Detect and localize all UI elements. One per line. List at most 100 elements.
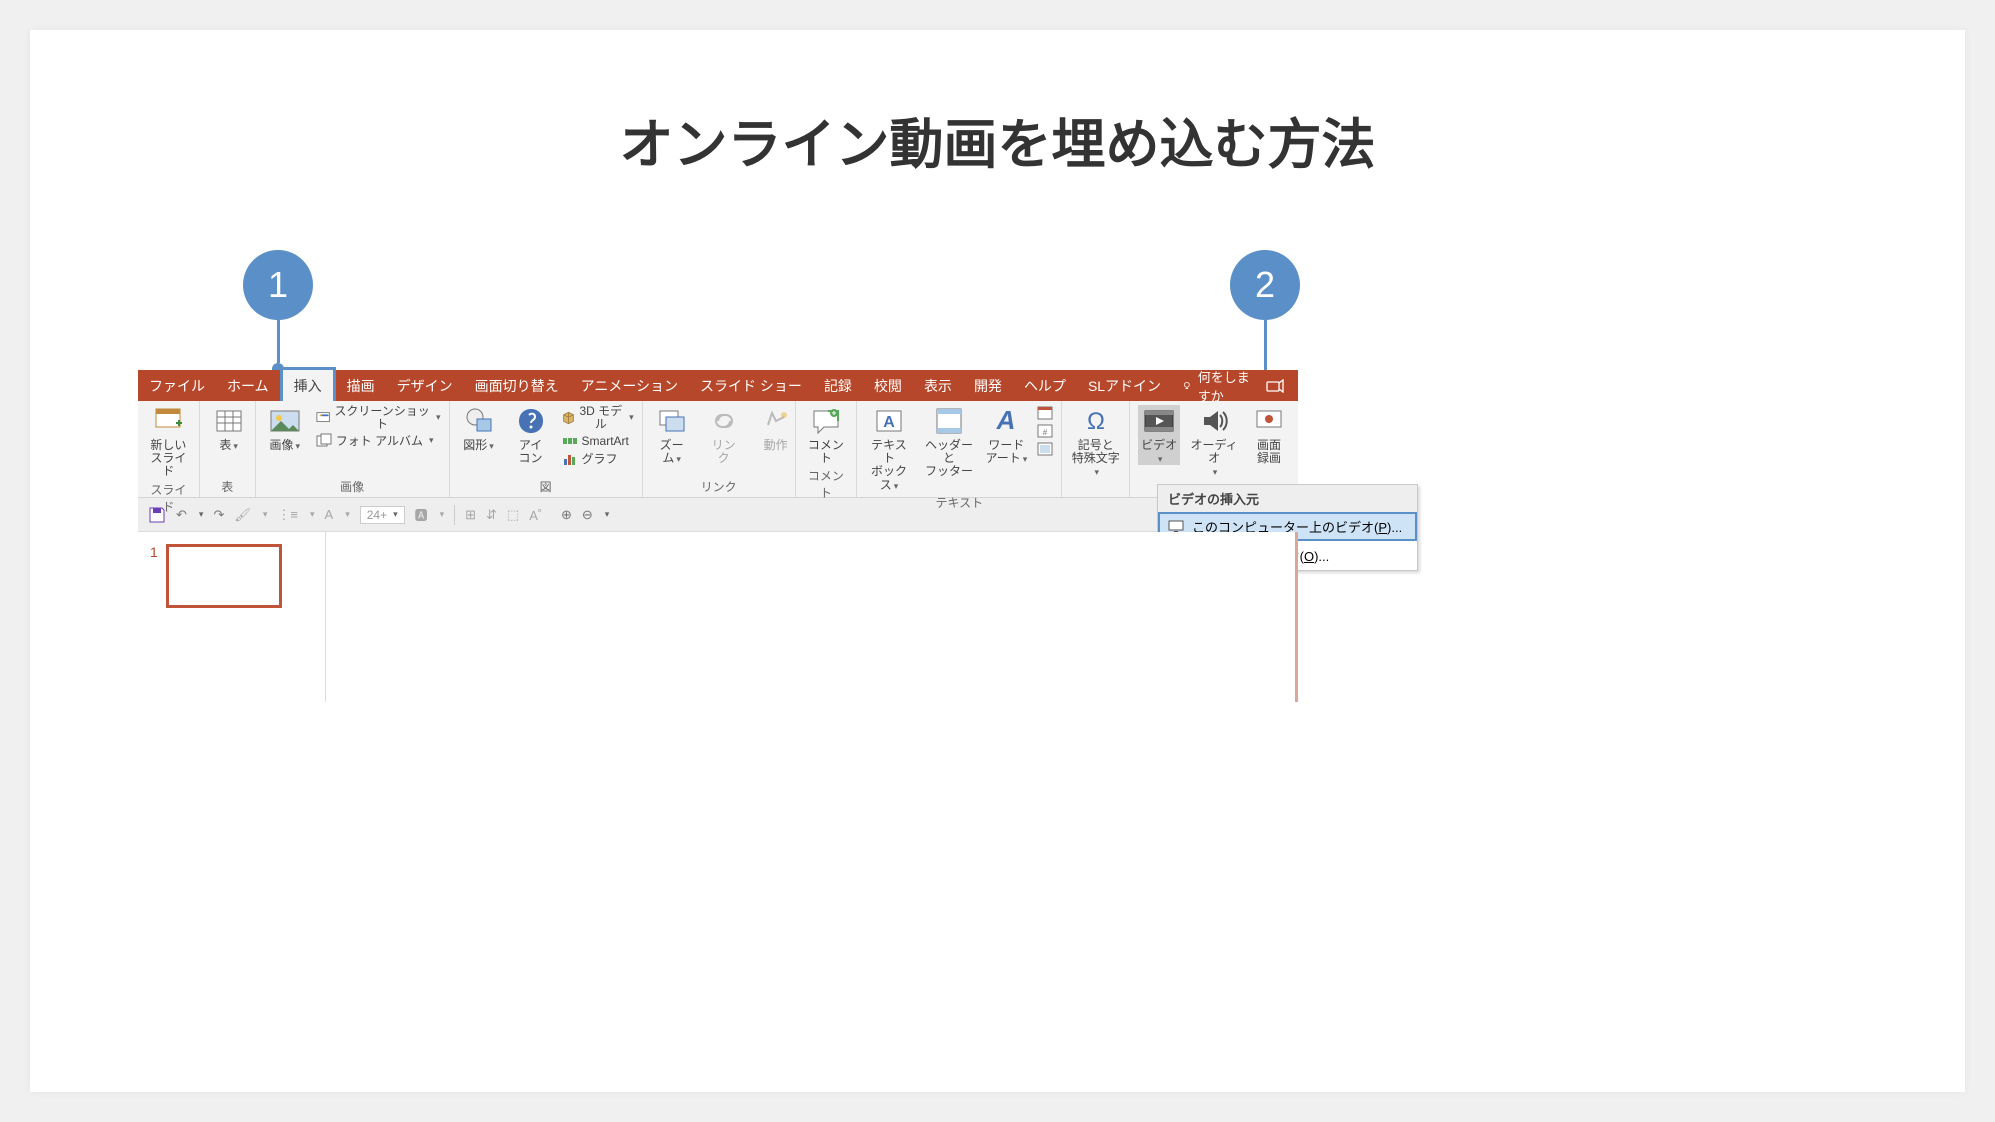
date-icon xyxy=(1037,405,1053,421)
link-icon xyxy=(708,405,740,437)
chart-icon xyxy=(562,451,578,467)
chart-label: グラフ xyxy=(582,453,618,466)
tell-me-label: 何をしますか xyxy=(1198,367,1252,405)
link-label: リン ク xyxy=(712,439,736,465)
svg-text:A: A xyxy=(883,414,895,431)
tab-help[interactable]: ヘルプ xyxy=(1013,370,1077,401)
screen-recording-button[interactable]: 画面 録画 xyxy=(1248,405,1290,465)
object-icon xyxy=(1037,441,1053,457)
lightbulb-icon xyxy=(1182,379,1192,393)
work-area: 1 xyxy=(138,532,1298,702)
shapes-icon xyxy=(463,405,495,437)
pictures-label: 画像▾ xyxy=(270,439,301,452)
callout-1: 1 xyxy=(243,250,313,375)
tab-developer[interactable]: 開発 xyxy=(963,370,1013,401)
new-slide-label: 新しい スライド xyxy=(146,439,191,479)
smartart-button[interactable]: SmartArt xyxy=(562,433,634,449)
table-button[interactable]: 表▾ xyxy=(208,405,250,452)
group-icon: ⬚ xyxy=(507,507,519,523)
video-button[interactable]: ビデオ▾ xyxy=(1138,405,1180,465)
zoom-out-icon[interactable]: ⊖ xyxy=(582,507,593,523)
pictures-button[interactable]: 画像▾ xyxy=(264,405,306,452)
audio-button[interactable]: オーディオ▾ xyxy=(1190,405,1238,479)
quick-access-toolbar: ↶▾ ↷ 🖌▾ ⋮≡▾ A▾ 24+▾ 🅰▾ ⊞ ⇵ ⬚ A゜ ⊕ ⊖ ▾ xyxy=(138,498,1298,532)
table-label: 表▾ xyxy=(219,439,238,452)
action-icon xyxy=(760,405,792,437)
zoom-button[interactable]: ズー ム▾ xyxy=(651,405,693,465)
undo-icon[interactable]: ↶ xyxy=(176,507,187,523)
symbol-button[interactable]: Ω 記号と 特殊文字▾ xyxy=(1070,405,1121,479)
new-slide-button[interactable]: 新しい スライド xyxy=(146,405,191,479)
icons-button[interactable]: アイ コン xyxy=(510,405,552,465)
pictures-icon xyxy=(269,405,301,437)
video-icon xyxy=(1143,405,1175,437)
header-footer-button[interactable]: ヘッダーと フッター xyxy=(923,405,976,479)
3d-label: 3D モデル xyxy=(579,405,624,431)
align-icon: ⊞ xyxy=(465,507,476,523)
audio-icon xyxy=(1198,405,1230,437)
ribbon-tabs: ファイル ホーム 挿入 描画 デザイン 画面切り替え アニメーション スライド … xyxy=(138,370,1298,401)
svg-text:#: # xyxy=(1043,428,1048,437)
font-size-box[interactable]: 24+▾ xyxy=(360,506,405,524)
slide-number-button[interactable]: # xyxy=(1037,423,1053,439)
video-label: ビデオ▾ xyxy=(1141,439,1177,465)
thumb-number: 1 xyxy=(150,544,158,608)
chart-button[interactable]: グラフ xyxy=(562,451,634,467)
redo-icon[interactable]: ↷ xyxy=(213,507,224,523)
tab-home[interactable]: ホーム xyxy=(216,370,280,401)
action-label: 動作 xyxy=(764,439,788,452)
new-slide-icon xyxy=(152,405,184,437)
tab-sl-addin[interactable]: SLアドイン xyxy=(1077,370,1172,401)
table-icon xyxy=(213,405,245,437)
shapes-button[interactable]: 図形▾ xyxy=(458,405,500,452)
textbox-button[interactable]: A テキスト ボックス▾ xyxy=(865,405,913,492)
group-illus-label: 図 xyxy=(458,476,634,495)
screenshot-icon xyxy=(316,410,330,426)
slide-thumbnail-1[interactable] xyxy=(166,544,282,608)
slide-canvas[interactable] xyxy=(326,532,1298,702)
photo-album-button[interactable]: フォト アルバム▾ xyxy=(316,433,441,449)
bullets-icon: ⋮≡ xyxy=(277,507,298,523)
tab-transitions[interactable]: 画面切り替え xyxy=(464,370,570,401)
tab-record[interactable]: 記録 xyxy=(813,370,863,401)
font-color-icon: 🅰 xyxy=(415,505,428,524)
wordart-button[interactable]: A ワード アート▾ xyxy=(985,405,1027,465)
callout-badge: 2 xyxy=(1230,250,1300,320)
tab-view[interactable]: 表示 xyxy=(913,370,963,401)
link-button: リン ク xyxy=(703,405,745,465)
group-text-label: テキスト xyxy=(865,492,1053,511)
ribbon: 新しい スライド スライド 表▾ 表 xyxy=(138,401,1298,498)
smartart-icon xyxy=(562,433,578,449)
3d-models-button[interactable]: 3D モデル▾ xyxy=(562,405,634,431)
comment-button[interactable]: コメント xyxy=(804,405,849,465)
tab-file[interactable]: ファイル xyxy=(138,370,216,401)
tab-insert[interactable]: 挿入 xyxy=(280,367,336,401)
zoom-label: ズー ム▾ xyxy=(660,439,684,465)
tell-me[interactable]: 何をしますか xyxy=(1182,370,1252,401)
tab-draw[interactable]: 描画 xyxy=(336,370,386,401)
comment-icon xyxy=(810,405,842,437)
screen-rec-icon xyxy=(1253,405,1285,437)
zoom-icon xyxy=(656,405,688,437)
wordart-label: ワード アート▾ xyxy=(985,439,1027,465)
group-comment-label: コメント xyxy=(804,465,849,501)
audio-label: オーディオ▾ xyxy=(1190,439,1238,479)
screenshot-button[interactable]: スクリーンショット▾ xyxy=(316,405,441,431)
tab-slideshow[interactable]: スライド ショー xyxy=(689,370,813,401)
tab-animations[interactable]: アニメーション xyxy=(570,370,689,401)
page-title: オンライン動画を埋め込む方法 xyxy=(30,30,1965,179)
textbox-icon: A xyxy=(873,405,905,437)
zoom-in-icon[interactable]: ⊕ xyxy=(561,507,572,523)
save-icon[interactable] xyxy=(148,506,166,524)
callout-line xyxy=(277,320,280,363)
date-button[interactable] xyxy=(1037,405,1053,421)
share-icon[interactable] xyxy=(1252,370,1298,401)
object-button[interactable] xyxy=(1037,441,1053,457)
smartart-label: SmartArt xyxy=(582,435,629,448)
icons-icon xyxy=(515,405,547,437)
tab-review[interactable]: 校閲 xyxy=(863,370,913,401)
cube-icon xyxy=(562,410,575,426)
group-table-label: 表 xyxy=(208,476,247,495)
tab-design[interactable]: デザイン xyxy=(386,370,464,401)
callout-badge: 1 xyxy=(243,250,313,320)
